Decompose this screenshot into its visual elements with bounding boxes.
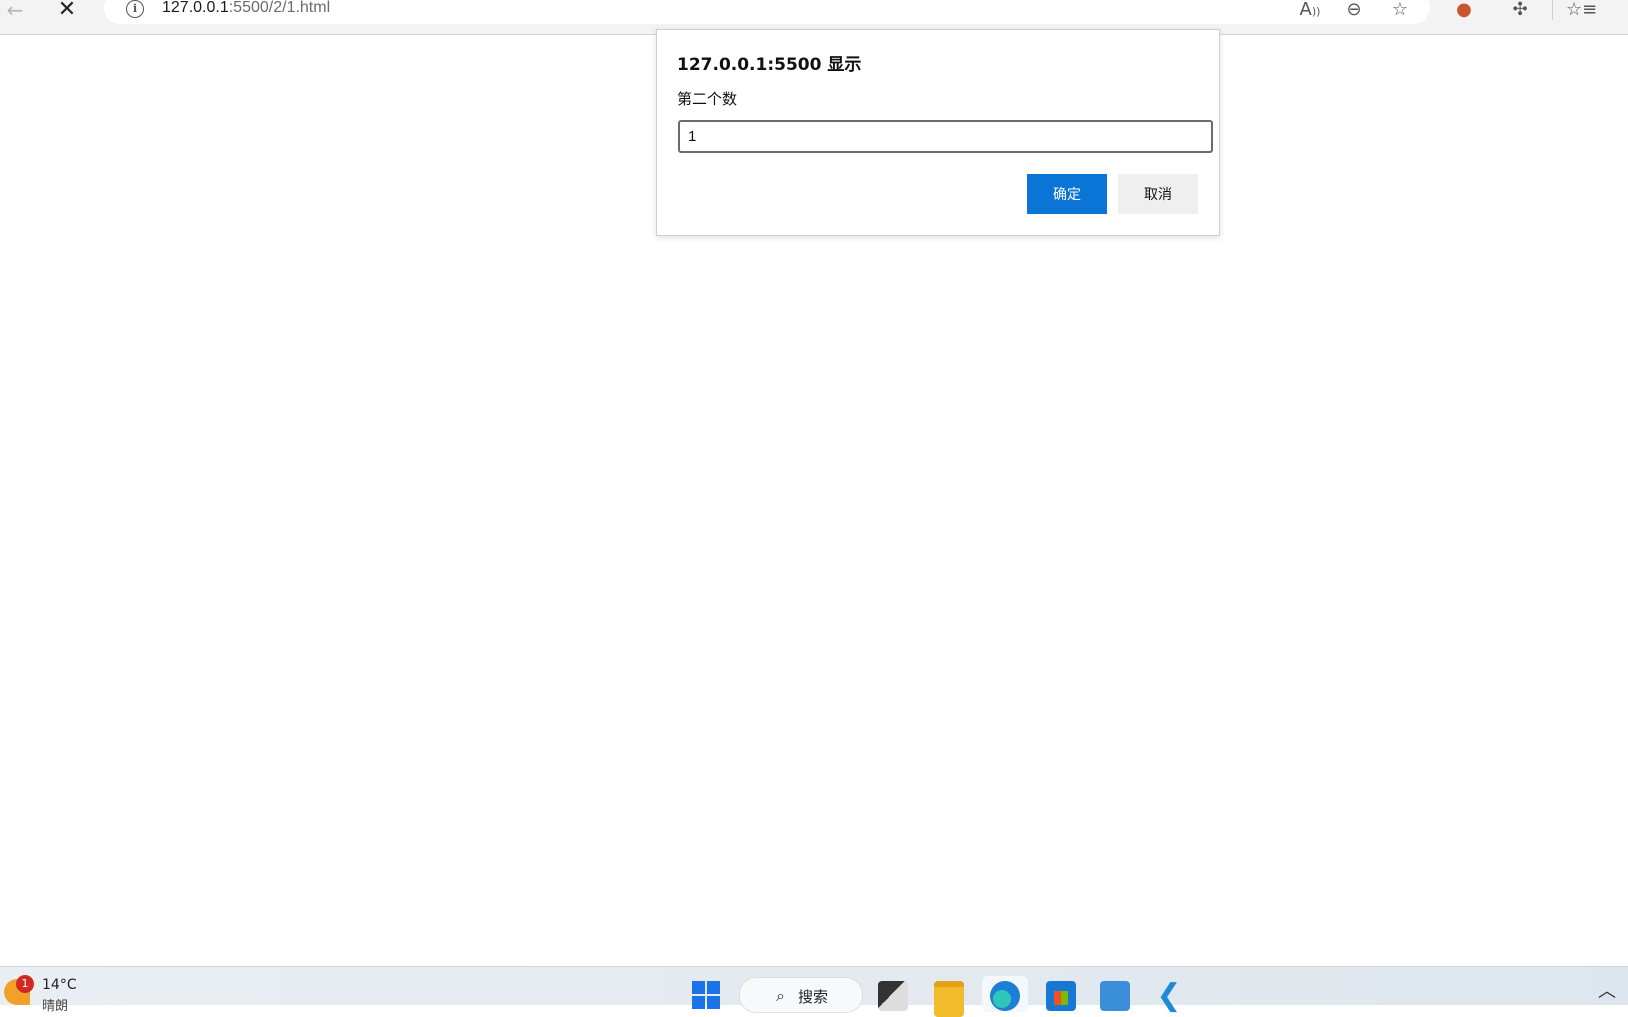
favorites-icon[interactable]: ☆≡ xyxy=(1566,0,1597,24)
stop-loading-icon[interactable]: ✕ xyxy=(52,0,82,22)
prompt-dialog: 127.0.0.1:5500 显示 第二个数 确定 取消 xyxy=(656,29,1220,236)
chevron-up-icon[interactable]: ︿ xyxy=(1598,977,1616,1003)
dialog-message: 第二个数 xyxy=(677,90,738,108)
weather-description[interactable]: 晴朗 xyxy=(42,995,68,1014)
task-view-icon[interactable] xyxy=(878,981,908,1011)
taskbar-search[interactable]: ⌕ 搜索 xyxy=(739,977,863,1013)
site-info-icon[interactable]: i xyxy=(126,0,144,18)
start-icon[interactable] xyxy=(692,981,722,1011)
zoom-out-icon[interactable]: ⊖ xyxy=(1340,0,1368,24)
toolbar-divider xyxy=(1552,0,1553,20)
notification-badge: 1 xyxy=(16,975,34,993)
read-aloud-icon[interactable]: A)) xyxy=(1296,0,1324,24)
file-explorer-icon[interactable] xyxy=(934,981,964,1017)
address-bar[interactable]: i 127.0.0.1:5500/2/1.html xyxy=(104,0,1430,24)
store-icon[interactable] xyxy=(1046,981,1076,1011)
cancel-button[interactable]: 取消 xyxy=(1118,174,1198,214)
url-host: 127.0.0.1 xyxy=(162,0,229,16)
app-icon[interactable] xyxy=(1100,981,1130,1011)
prompt-input[interactable] xyxy=(678,120,1213,153)
url-text[interactable]: 127.0.0.1:5500/2/1.html xyxy=(162,0,330,17)
extension-monkey-icon[interactable]: ● xyxy=(1450,0,1478,24)
ok-button[interactable]: 确定 xyxy=(1027,174,1107,214)
taskbar: 1 14°C 晴朗 ⌕ 搜索 ❮ ︿ xyxy=(0,966,1628,1017)
back-arrow-icon[interactable]: ← xyxy=(0,0,30,22)
edge-icon[interactable] xyxy=(990,981,1020,1011)
dialog-title: 127.0.0.1:5500 显示 xyxy=(677,55,862,75)
weather-temperature[interactable]: 14°C xyxy=(42,977,77,993)
vscode-icon[interactable]: ❮ xyxy=(1154,981,1184,1011)
add-favorite-icon[interactable]: ☆ xyxy=(1386,0,1414,24)
url-path: :5500/2/1.html xyxy=(228,0,331,16)
extensions-icon[interactable]: ✣ xyxy=(1506,0,1534,24)
search-icon: ⌕ xyxy=(776,986,785,1005)
